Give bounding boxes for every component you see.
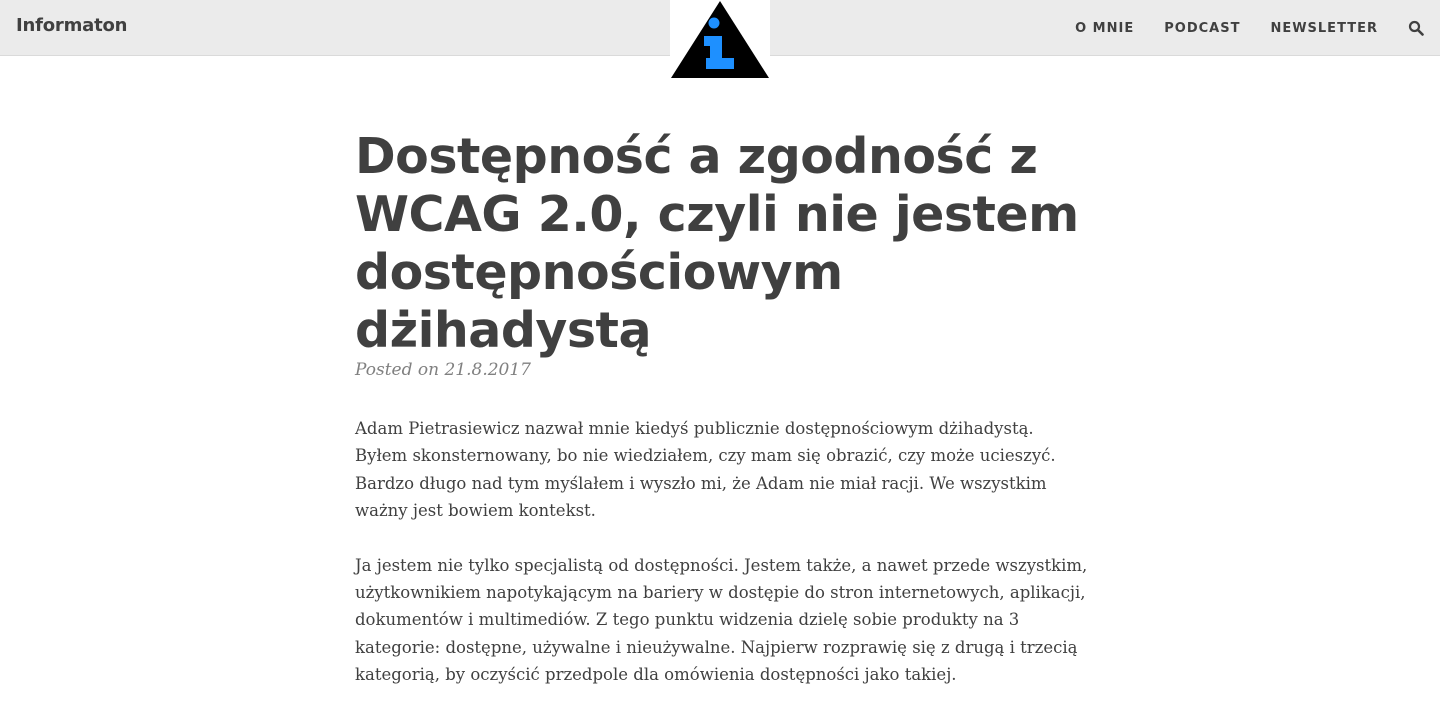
nav-link-newsletter[interactable]: NEWSLETTER [1270,21,1378,36]
post-paragraph: Adam Pietrasiewicz nazwał mnie kiedyś pu… [355,419,1056,521]
nav-link-o-mnie[interactable]: O MNIE [1075,21,1134,36]
info-triangle-icon [671,1,769,78]
top-navbar: Informaton O MNIE PODCAST NEWSLETTER [0,0,1440,80]
post-body: Adam Pietrasiewicz nazwał mnie kiedyś pu… [355,415,1090,716]
site-logo[interactable] [670,0,770,80]
post-paragraph: Ja jestem nie tylko specjalistą od dostę… [355,555,1088,685]
nav-link-podcast[interactable]: PODCAST [1164,21,1240,36]
search-icon[interactable] [1408,20,1424,36]
site-brand-link[interactable]: Informaton [16,15,127,36]
post-date: Posted on 21.8.2017 [355,360,531,380]
post-title: Dostępność a zgodność z WCAG 2.0, czyli … [355,128,1079,359]
main-nav: O MNIE PODCAST NEWSLETTER [1045,0,1424,56]
